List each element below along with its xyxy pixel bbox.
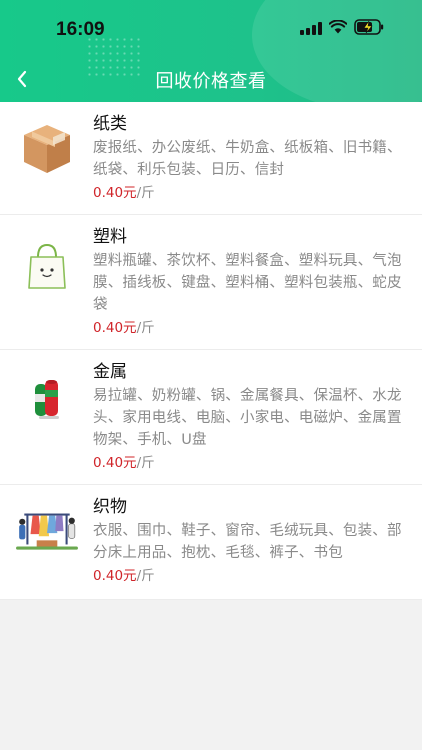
price-unit: /斤 [136, 568, 155, 584]
price-unit: /斤 [136, 320, 155, 336]
category-list: 纸类 废报纸、办公废纸、牛奶盒、纸板箱、旧书籍、纸袋、利乐包装、日历、信封 0.… [0, 102, 422, 600]
category-name: 纸类 [93, 114, 127, 134]
category-name: 织物 [93, 497, 127, 517]
list-item-metal[interactable]: 金属 易拉罐、奶粉罐、锅、金属餐具、保温杯、水龙头、家用电线、电脑、小家电、电磁… [0, 350, 422, 485]
list-item-paper[interactable]: 纸类 废报纸、办公废纸、牛奶盒、纸板箱、旧书籍、纸袋、利乐包装、日历、信封 0.… [0, 102, 422, 215]
battery-charging-icon [354, 19, 384, 35]
status-bar: 16:09 [0, 0, 422, 58]
clothes-rack-icon [16, 513, 78, 550]
category-price: 0.40元/斤 [93, 317, 406, 339]
cardboard-box-icon [24, 125, 70, 173]
shopping-bag-icon [28, 243, 66, 289]
metal-cans-icon [35, 380, 59, 419]
list-item-plastic[interactable]: 塑料 塑料瓶罐、茶饮杯、塑料餐盒、塑料玩具、气泡膜、插线板、键盘、塑料桶、塑料包… [0, 215, 422, 350]
header-bar: 16:09 回收价格查看 [0, 0, 422, 102]
price-amount: 0.40元 [93, 185, 137, 201]
price-amount: 0.40元 [93, 568, 137, 584]
category-price: 0.40元/斤 [93, 182, 406, 204]
category-price: 0.40元/斤 [93, 565, 406, 587]
category-description: 废报纸、办公废纸、牛奶盒、纸板箱、旧书籍、纸袋、利乐包装、日历、信封 [93, 140, 402, 178]
category-description: 衣服、围巾、鞋子、窗帘、毛绒玩具、包装、部分床上用品、抱枕、毛毯、裤子、书包 [93, 523, 402, 561]
price-unit: /斤 [136, 185, 155, 201]
page-title: 回收价格查看 [155, 71, 267, 92]
price-unit: /斤 [136, 455, 155, 471]
list-item-textile[interactable]: 织物 衣服、围巾、鞋子、窗帘、毛绒玩具、包装、部分床上用品、抱枕、毛毯、裤子、书… [0, 485, 422, 600]
navigation-bar: 回收价格查看 [0, 58, 422, 102]
category-name: 塑料 [93, 227, 127, 247]
wifi-icon [329, 20, 347, 34]
category-price: 0.40元/斤 [93, 452, 406, 474]
status-time: 16:09 [56, 19, 105, 40]
price-amount: 0.40元 [93, 455, 137, 471]
price-amount: 0.40元 [93, 320, 137, 336]
signal-icon [300, 22, 322, 35]
category-name: 金属 [93, 362, 127, 382]
category-description: 易拉罐、奶粉罐、锅、金属餐具、保温杯、水龙头、家用电线、电脑、小家电、电磁炉、金… [93, 388, 402, 448]
category-description: 塑料瓶罐、茶饮杯、塑料餐盒、塑料玩具、气泡膜、插线板、键盘、塑料桶、塑料包装瓶、… [93, 253, 402, 313]
